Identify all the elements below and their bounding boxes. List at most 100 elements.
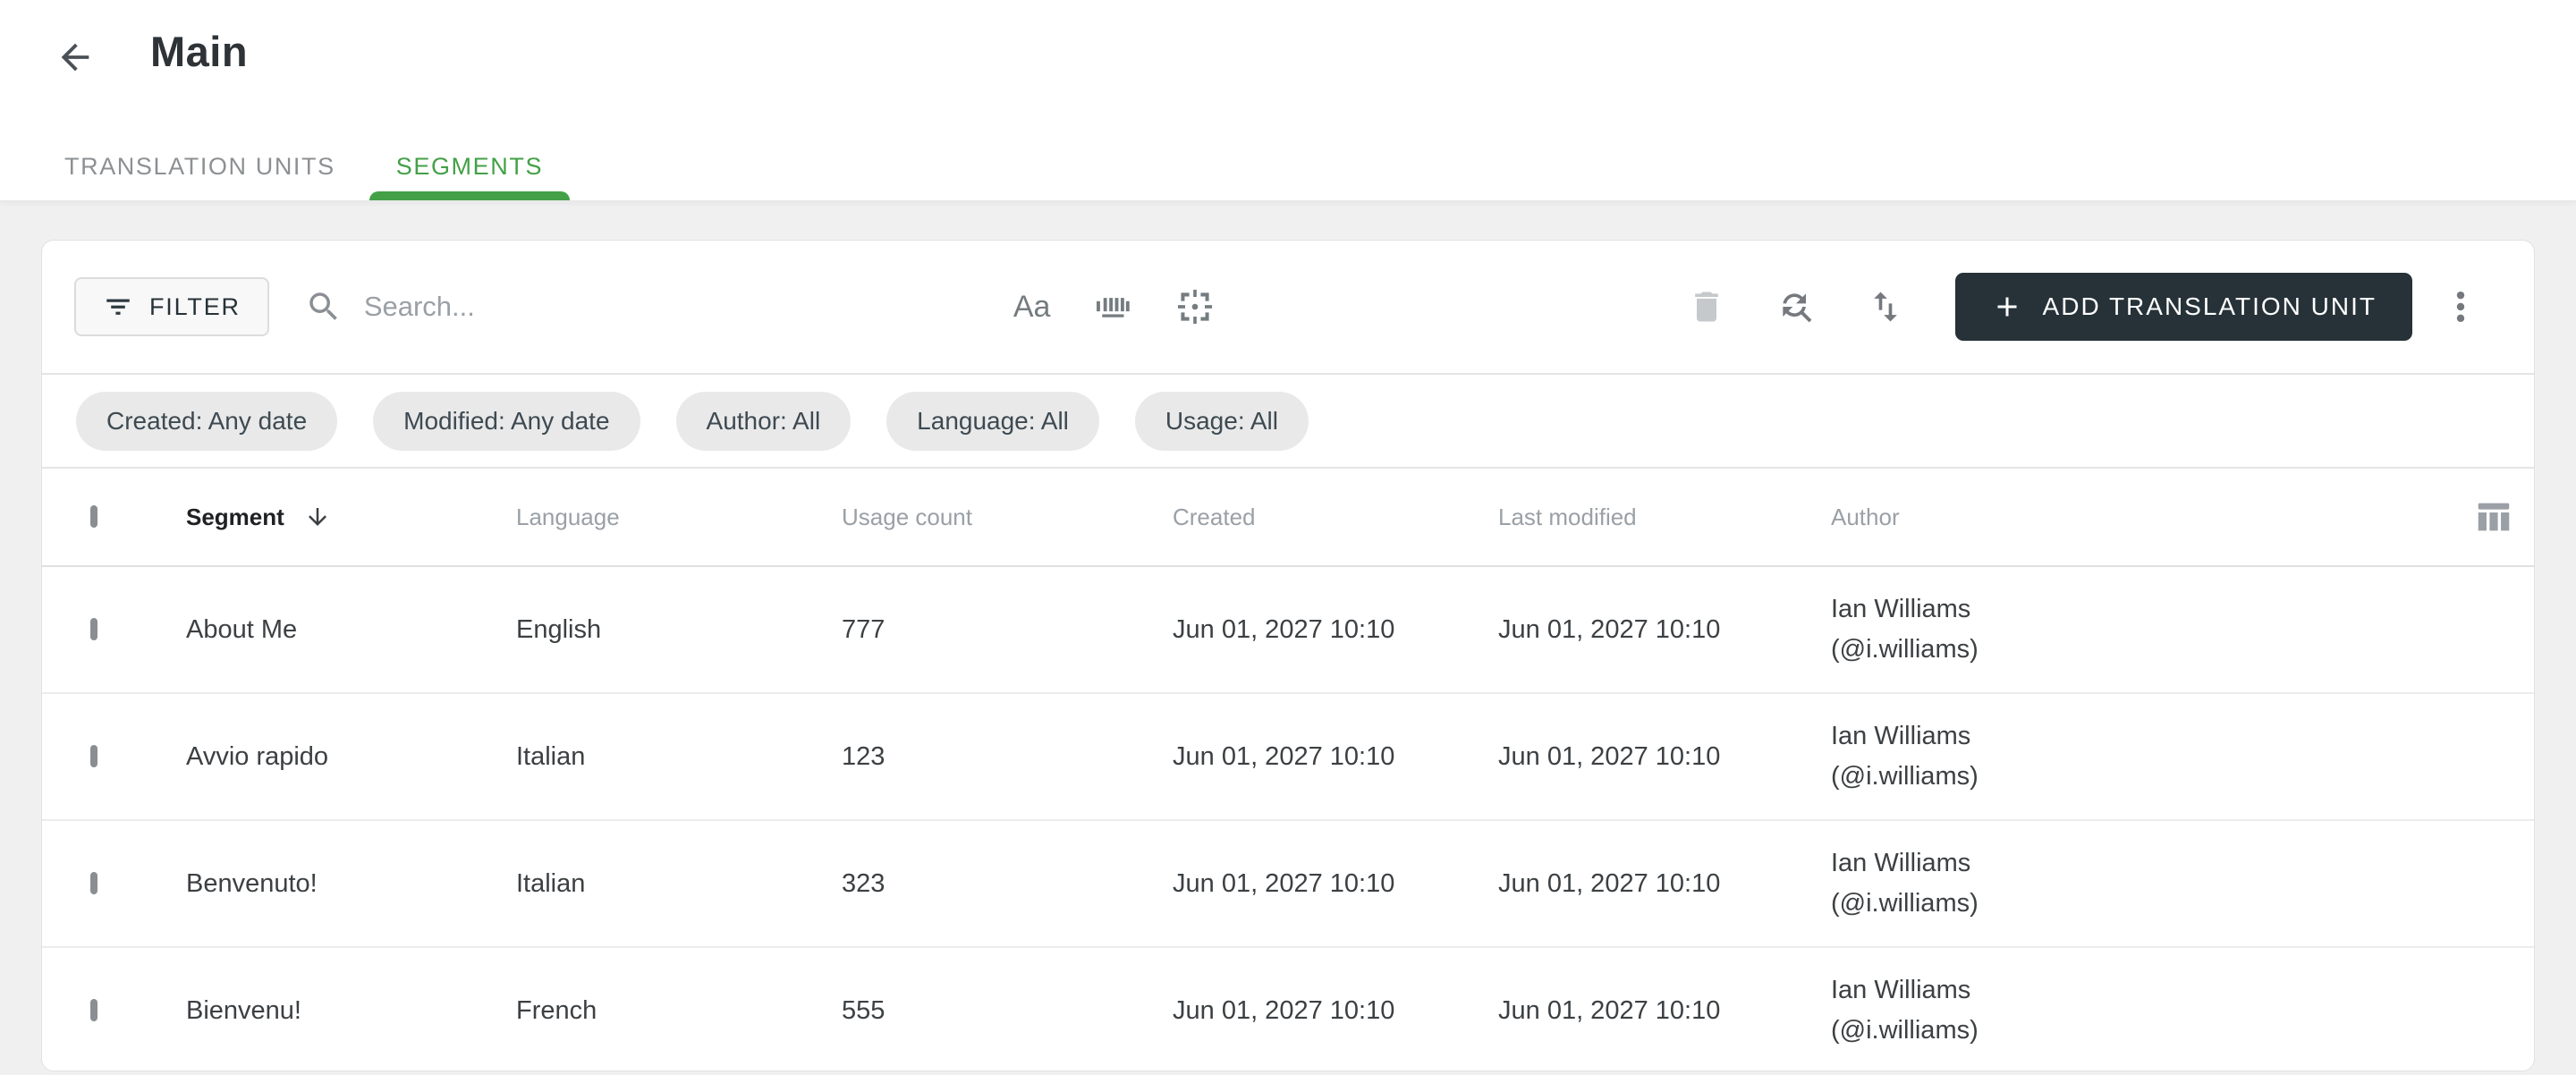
segments-page: Main TRANSLATION UNITS SEGMENTS FILTER S…: [0, 0, 2576, 1075]
segments-card: FILTER Aa: [41, 240, 2535, 1071]
filter-icon: [103, 292, 133, 322]
created-cell: Jun 01, 2027 10:10: [1173, 741, 1395, 771]
last-modified-cell: Jun 01, 2027 10:10: [1498, 614, 1721, 644]
row-checkbox[interactable]: [90, 618, 186, 640]
filter-chip-label: Usage: All: [1165, 406, 1278, 435]
filter-chip-label: Modified: Any date: [403, 406, 610, 435]
selection-frame-icon: [1175, 287, 1215, 326]
arrow-left-icon: [55, 37, 96, 78]
language-cell: Italian: [516, 741, 586, 771]
segment-cell: Bienvenu!: [186, 995, 301, 1025]
filter-chip-language[interactable]: Language: All: [886, 391, 1099, 451]
language-cell: Italian: [516, 868, 586, 898]
table-row[interactable]: Avvio rapido Italian 123 Jun 01, 2027 10…: [42, 694, 2534, 821]
tab-label: SEGMENTS: [395, 152, 544, 180]
column-header-last-modified[interactable]: Last modified: [1498, 504, 1831, 531]
checkbox-icon: [90, 505, 97, 528]
main-area: FILTER Aa: [0, 201, 2576, 1075]
whole-word-button[interactable]: [1089, 284, 1136, 330]
checkbox-icon: [90, 745, 97, 767]
column-header-segment[interactable]: Segment: [186, 504, 516, 531]
add-translation-unit-button[interactable]: ADD TRANSLATION UNIT: [1954, 273, 2412, 341]
created-cell: Jun 01, 2027 10:10: [1173, 868, 1395, 898]
filter-chip-author[interactable]: Author: All: [675, 391, 852, 451]
toolbar: FILTER Aa: [42, 241, 2534, 375]
search-box: [305, 288, 992, 326]
tab-bar: TRANSLATION UNITS SEGMENTS: [38, 132, 571, 200]
segment-cell: Avvio rapido: [186, 741, 329, 771]
find-replace-icon: [1776, 287, 1816, 326]
plus-icon: [1991, 291, 2023, 323]
kebab-menu-icon: [2441, 287, 2480, 326]
tab-label: TRANSLATION UNITS: [64, 152, 335, 180]
table-columns-icon: [2473, 496, 2514, 538]
row-checkbox[interactable]: [90, 999, 186, 1021]
tab-translation-units[interactable]: TRANSLATION UNITS: [38, 132, 362, 200]
filter-chip-label: Author: All: [706, 406, 821, 435]
trash-icon: [1687, 287, 1726, 326]
created-cell: Jun 01, 2027 10:10: [1173, 614, 1395, 644]
find-replace-button[interactable]: [1773, 284, 1819, 330]
table-header-row: Segment Language Usage count Created Las…: [42, 469, 2534, 567]
search-input[interactable]: [361, 290, 992, 324]
page-header: Main TRANSLATION UNITS SEGMENTS: [0, 0, 2576, 201]
regex-selector-button[interactable]: [1172, 284, 1218, 330]
column-settings-button[interactable]: [2470, 493, 2518, 541]
table-body: About Me English 777 Jun 01, 2027 10:10 …: [42, 567, 2534, 1071]
filter-button[interactable]: FILTER: [74, 277, 269, 336]
author-cell: Ian Williams (@i.williams): [1831, 716, 2436, 797]
row-checkbox[interactable]: [90, 745, 186, 767]
filter-chip-modified[interactable]: Modified: Any date: [373, 391, 640, 451]
delete-button[interactable]: [1683, 284, 1730, 330]
page-title: Main: [150, 28, 249, 75]
select-all-checkbox[interactable]: [90, 505, 186, 528]
add-translation-unit-label: ADD TRANSLATION UNIT: [2042, 292, 2377, 320]
last-modified-cell: Jun 01, 2027 10:10: [1498, 741, 1721, 771]
usage-count-cell: 323: [842, 868, 886, 898]
checkbox-icon: [90, 999, 97, 1021]
table-row[interactable]: About Me English 777 Jun 01, 2027 10:10 …: [42, 567, 2534, 694]
column-header-created[interactable]: Created: [1173, 504, 1498, 531]
author-handle: (@i.williams): [1831, 762, 1979, 791]
swap-vert-icon: [1866, 287, 1905, 326]
row-checkbox[interactable]: [90, 872, 186, 894]
column-header-author[interactable]: Author: [1831, 504, 2436, 531]
author-cell: Ian Williams (@i.williams): [1831, 970, 2436, 1051]
barcode-icon: [1093, 287, 1132, 326]
sort-order-button[interactable]: [1862, 284, 1909, 330]
filter-chip-label: Language: All: [917, 406, 1069, 435]
author-handle: (@i.williams): [1831, 889, 1979, 918]
usage-count-cell: 123: [842, 741, 886, 771]
search-icon: [305, 288, 343, 326]
language-cell: English: [516, 614, 602, 644]
language-cell: French: [516, 995, 597, 1025]
author-cell: Ian Williams (@i.williams): [1831, 843, 2436, 924]
author-cell: Ian Williams (@i.williams): [1831, 589, 2436, 670]
column-header-usage-count[interactable]: Usage count: [842, 504, 1173, 531]
filter-button-label: FILTER: [149, 292, 241, 320]
author-name: Ian Williams: [1831, 976, 1971, 1004]
author-name: Ian Williams: [1831, 595, 1971, 623]
segment-cell: Benvenuto!: [186, 868, 318, 898]
table-row[interactable]: Benvenuto! Italian 323 Jun 01, 2027 10:1…: [42, 821, 2534, 948]
search-options: Aa: [1010, 284, 1219, 330]
last-modified-cell: Jun 01, 2027 10:10: [1498, 995, 1721, 1025]
filter-chip-usage[interactable]: Usage: All: [1134, 391, 1309, 451]
last-modified-cell: Jun 01, 2027 10:10: [1498, 868, 1721, 898]
sort-descending-icon: [304, 504, 331, 530]
column-header-language[interactable]: Language: [516, 504, 842, 531]
author-name: Ian Williams: [1831, 722, 1971, 750]
created-cell: Jun 01, 2027 10:10: [1173, 995, 1395, 1025]
author-handle: (@i.williams): [1831, 635, 1979, 664]
table-row[interactable]: Bienvenu! French 555 Jun 01, 2027 10:10 …: [42, 948, 2534, 1071]
filter-chip-created[interactable]: Created: Any date: [76, 391, 338, 451]
more-options-button[interactable]: [2437, 284, 2484, 330]
filter-chip-label: Created: Any date: [106, 406, 308, 435]
segment-cell: About Me: [186, 614, 298, 644]
back-button[interactable]: [52, 34, 98, 80]
usage-count-cell: 777: [842, 614, 886, 644]
tab-segments[interactable]: SEGMENTS: [369, 132, 571, 200]
match-case-icon: Aa: [1013, 290, 1051, 324]
checkbox-icon: [90, 618, 97, 640]
match-case-button[interactable]: Aa: [1010, 288, 1055, 326]
